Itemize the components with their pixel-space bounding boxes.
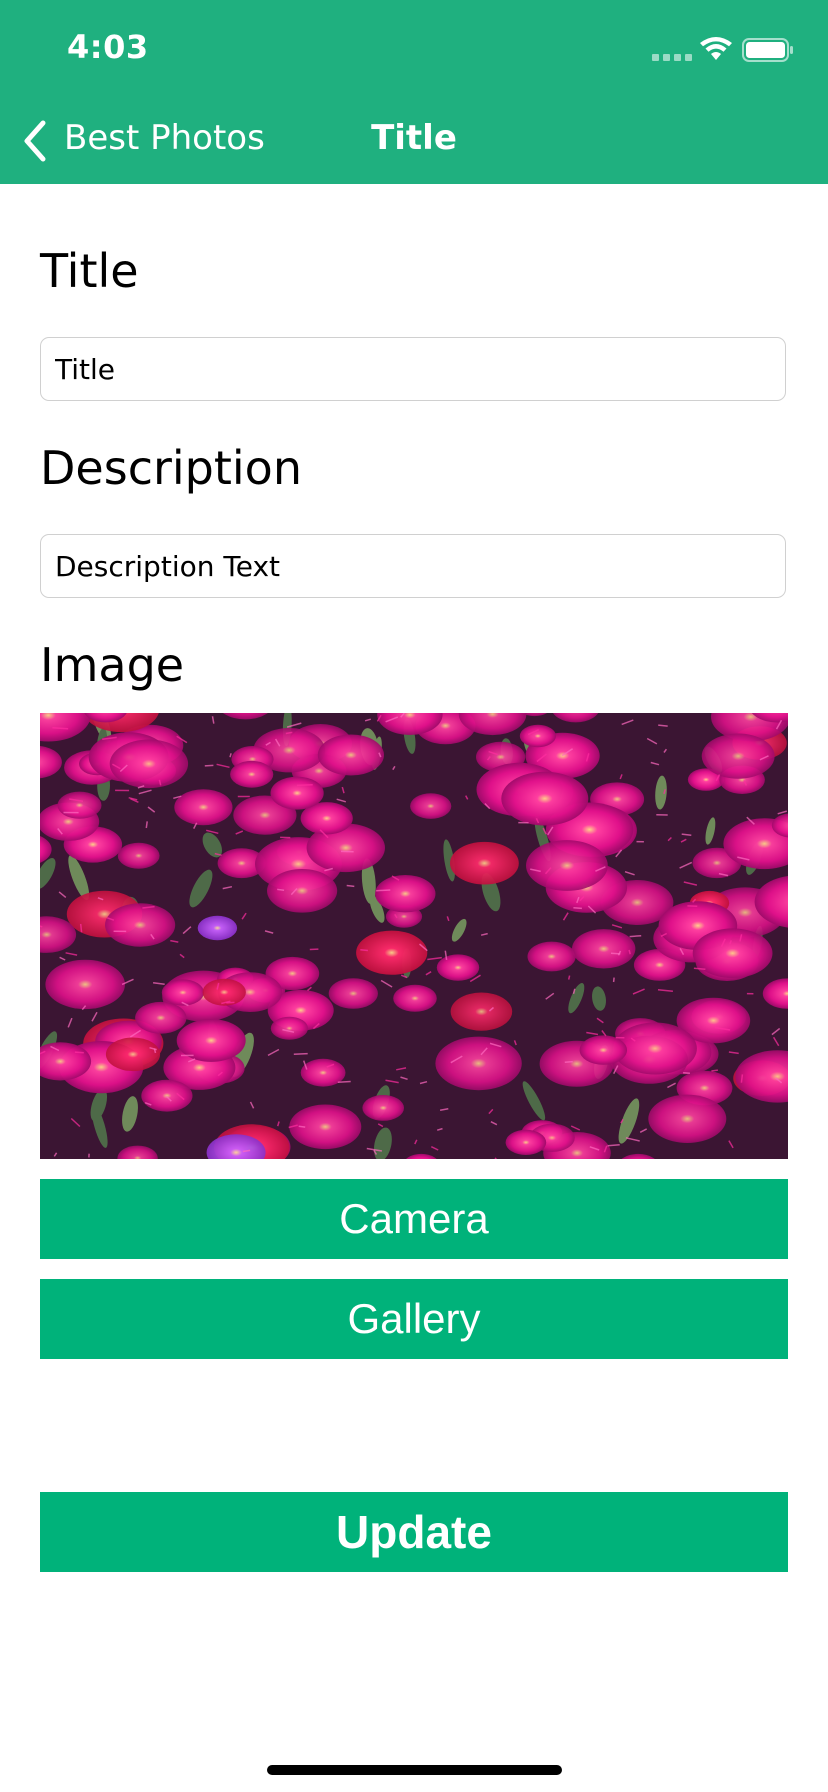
home-indicator (267, 1765, 562, 1775)
cellular-signal-icon (652, 54, 692, 61)
description-field[interactable] (40, 534, 786, 598)
title-field[interactable] (40, 337, 786, 401)
description-label: Description (40, 441, 302, 495)
status-time: 4:03 (67, 28, 149, 66)
gallery-button[interactable]: Gallery (40, 1279, 788, 1359)
battery-icon (742, 38, 793, 62)
image-label: Image (40, 638, 185, 692)
nav-bar: 4:03 Best Photos Title (0, 0, 828, 184)
flower-image (40, 713, 788, 1159)
photo-preview (40, 713, 788, 1159)
camera-button[interactable]: Camera (40, 1179, 788, 1259)
update-button[interactable]: Update (40, 1492, 788, 1572)
page-title: Title (371, 118, 457, 158)
screen: 4:03 Best Photos Title Title Description… (0, 0, 828, 1792)
title-label: Title (40, 244, 139, 298)
wifi-icon (700, 37, 732, 60)
